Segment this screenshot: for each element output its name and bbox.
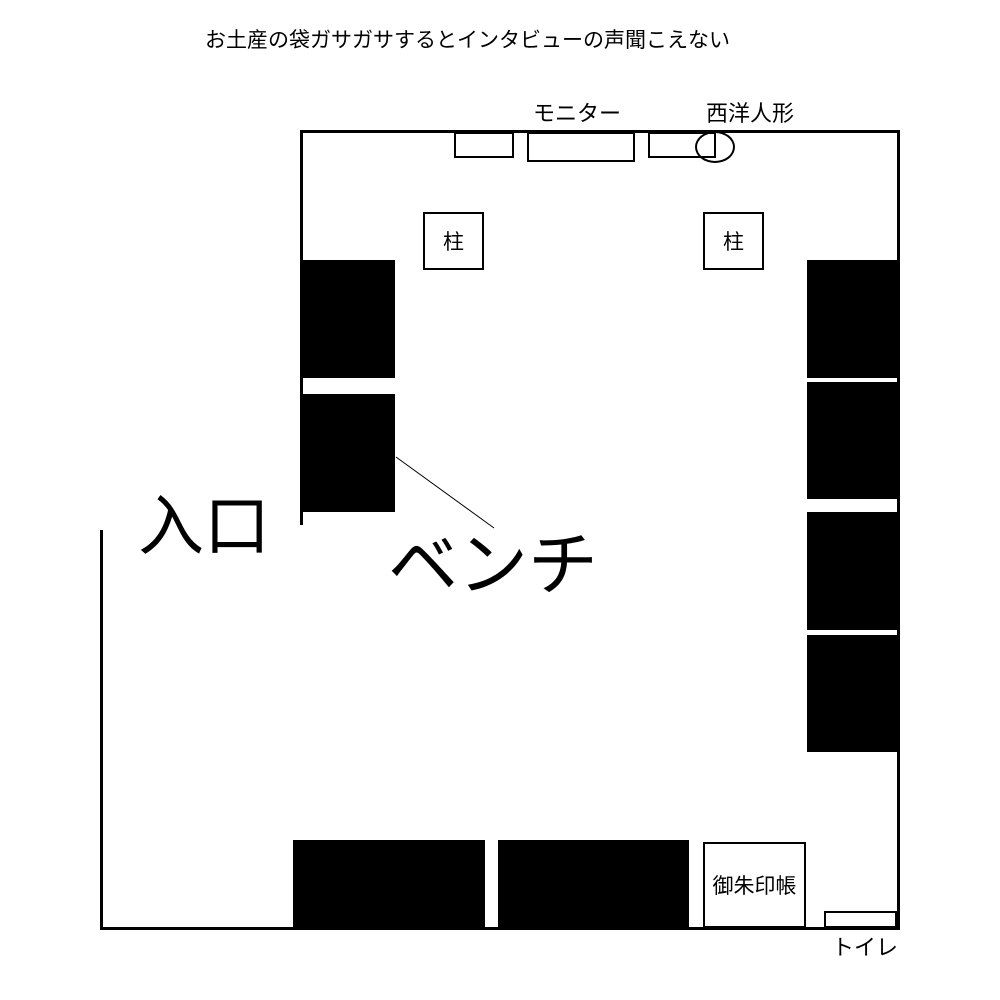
floor-plan: お土産の袋ガサガサするとインタビューの声聞こえない モニター 西洋人形 柱 柱 … [0, 0, 1000, 1000]
bench-leader-stroke [395, 456, 495, 529]
bench-label: ベンチ [388, 524, 598, 606]
bench-leader-line [395, 456, 495, 529]
